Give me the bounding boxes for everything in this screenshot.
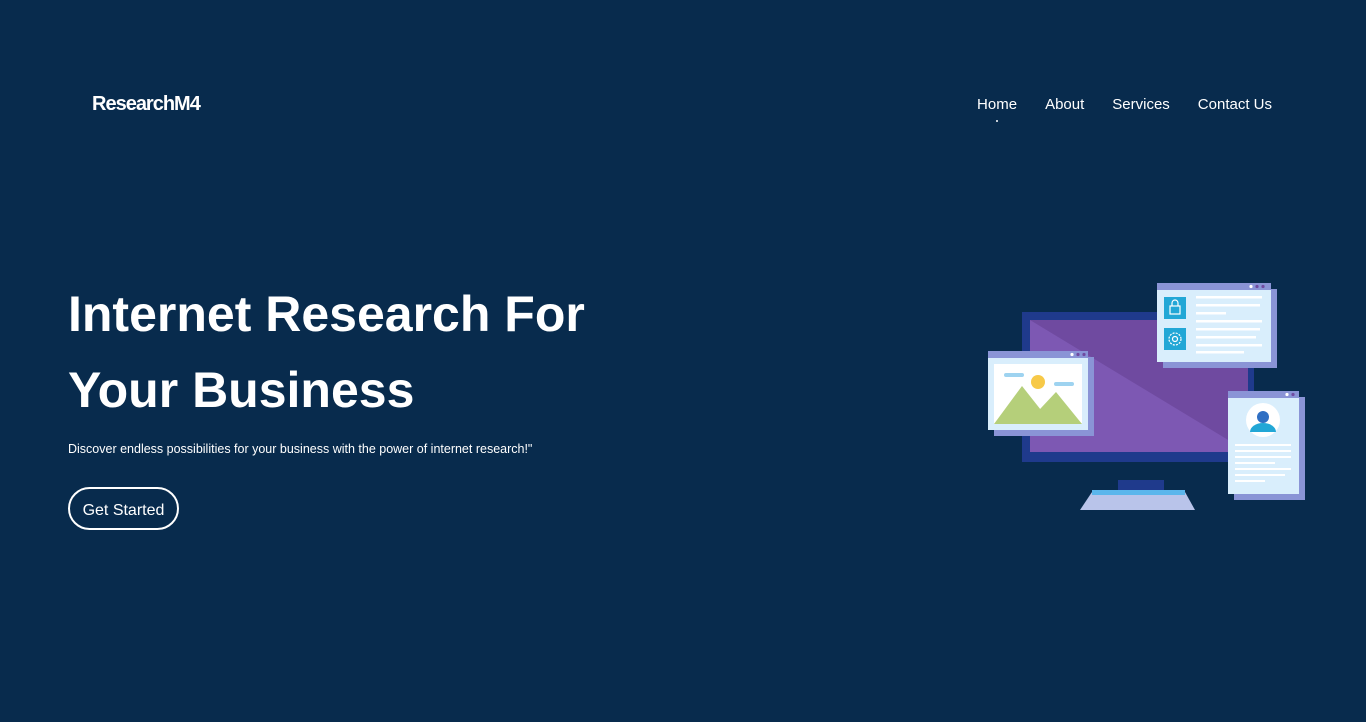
- profile-window-icon: [1228, 391, 1305, 500]
- get-started-button[interactable]: Get Started: [68, 487, 179, 530]
- hero-illustration: [988, 283, 1305, 510]
- document-window-icon: [1157, 283, 1277, 368]
- nav-home-link[interactable]: Home: [977, 94, 1017, 122]
- nav-contact-link[interactable]: Contact Us: [1198, 94, 1272, 116]
- image-window-icon: [988, 351, 1094, 436]
- lock-icon: [1164, 297, 1186, 319]
- hero-title: Internet Research For Your Business: [68, 286, 585, 418]
- avatar: [1246, 403, 1280, 437]
- nav-services-link[interactable]: Services: [1112, 94, 1170, 116]
- main-nav: Home About Services Contact Us: [977, 94, 1272, 122]
- logo[interactable]: ResearchM4: [92, 92, 201, 116]
- hero-subtitle: Discover endless possibilities for your …: [68, 442, 533, 456]
- gear-icon: [1164, 328, 1186, 350]
- landing-page: ResearchM4 Home About Services Contact U…: [0, 0, 1366, 722]
- nav-about-link[interactable]: About: [1045, 94, 1084, 116]
